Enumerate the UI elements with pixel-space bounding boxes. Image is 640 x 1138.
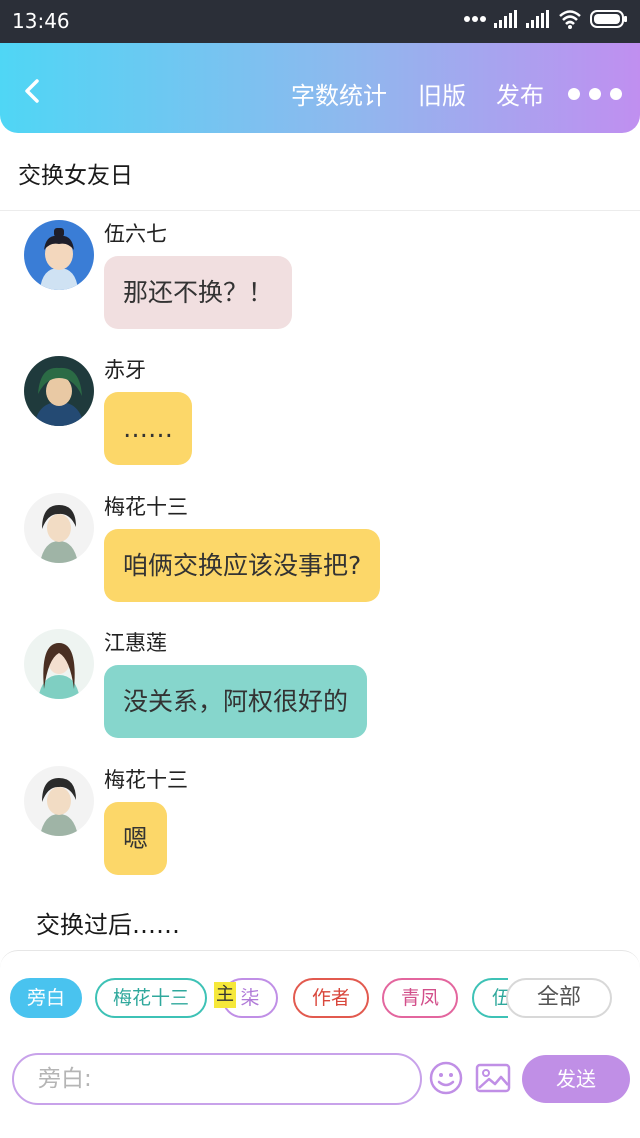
avatar[interactable] bbox=[24, 220, 94, 290]
message-input[interactable]: 旁白: bbox=[12, 1053, 422, 1105]
status-time: 13:46 bbox=[12, 9, 70, 33]
role-chip[interactable]: 伍 bbox=[472, 978, 508, 1018]
role-chip[interactable]: 作者 bbox=[293, 978, 369, 1018]
send-button[interactable]: 发送 bbox=[522, 1055, 630, 1103]
message-bubble[interactable]: 嗯 bbox=[104, 802, 168, 875]
more-options-icon[interactable] bbox=[568, 88, 622, 100]
role-chip-list[interactable]: 旁白 梅花十三 柒 作者 青凤 伍 bbox=[10, 978, 508, 1018]
status-bar: 13:46 bbox=[0, 0, 640, 43]
story-title[interactable]: 交换女友日 bbox=[18, 156, 133, 190]
battery-icon bbox=[590, 10, 627, 28]
wifi-icon bbox=[559, 10, 581, 29]
message-bubble[interactable]: 那还不换？！ bbox=[104, 256, 293, 329]
image-icon[interactable] bbox=[475, 1063, 511, 1093]
signal-icon bbox=[526, 10, 549, 28]
message-bubble[interactable]: 咱俩交换应该没事把? bbox=[104, 529, 381, 602]
message-bubble[interactable]: 没关系，阿权很好的 bbox=[104, 665, 368, 738]
role-chip[interactable]: 青凤 bbox=[382, 978, 458, 1018]
sender-name: 梅花十三 bbox=[104, 495, 188, 519]
publish-button[interactable]: 发布 bbox=[496, 81, 544, 111]
all-roles-button[interactable]: 全部 bbox=[506, 978, 612, 1018]
back-arrow-icon[interactable] bbox=[18, 76, 48, 106]
avatar[interactable] bbox=[24, 356, 94, 426]
emoji-icon[interactable] bbox=[429, 1061, 463, 1095]
old-version-button[interactable]: 旧版 bbox=[418, 81, 466, 111]
divider bbox=[0, 210, 640, 211]
role-chip[interactable]: 旁白 bbox=[10, 978, 82, 1018]
signal-icon bbox=[494, 10, 517, 28]
word-count-button[interactable]: 字数统计 bbox=[291, 81, 387, 111]
sender-name: 伍六七 bbox=[104, 222, 167, 246]
avatar[interactable] bbox=[24, 629, 94, 699]
status-icons bbox=[464, 9, 628, 29]
message-bubble[interactable]: …… bbox=[104, 392, 192, 465]
sender-name: 赤牙 bbox=[104, 358, 146, 382]
more-dots-icon bbox=[464, 16, 486, 22]
avatar[interactable] bbox=[24, 766, 94, 836]
app-header: 字数统计 旧版 发布 bbox=[0, 43, 640, 133]
role-chip[interactable]: 梅花十三 bbox=[95, 978, 207, 1018]
avatar[interactable] bbox=[24, 493, 94, 563]
narration-text[interactable]: 交换过后…… bbox=[36, 905, 180, 940]
sender-name: 梅花十三 bbox=[104, 768, 188, 792]
sender-name: 江惠莲 bbox=[104, 631, 167, 655]
main-role-tag: 主 bbox=[214, 982, 236, 1008]
